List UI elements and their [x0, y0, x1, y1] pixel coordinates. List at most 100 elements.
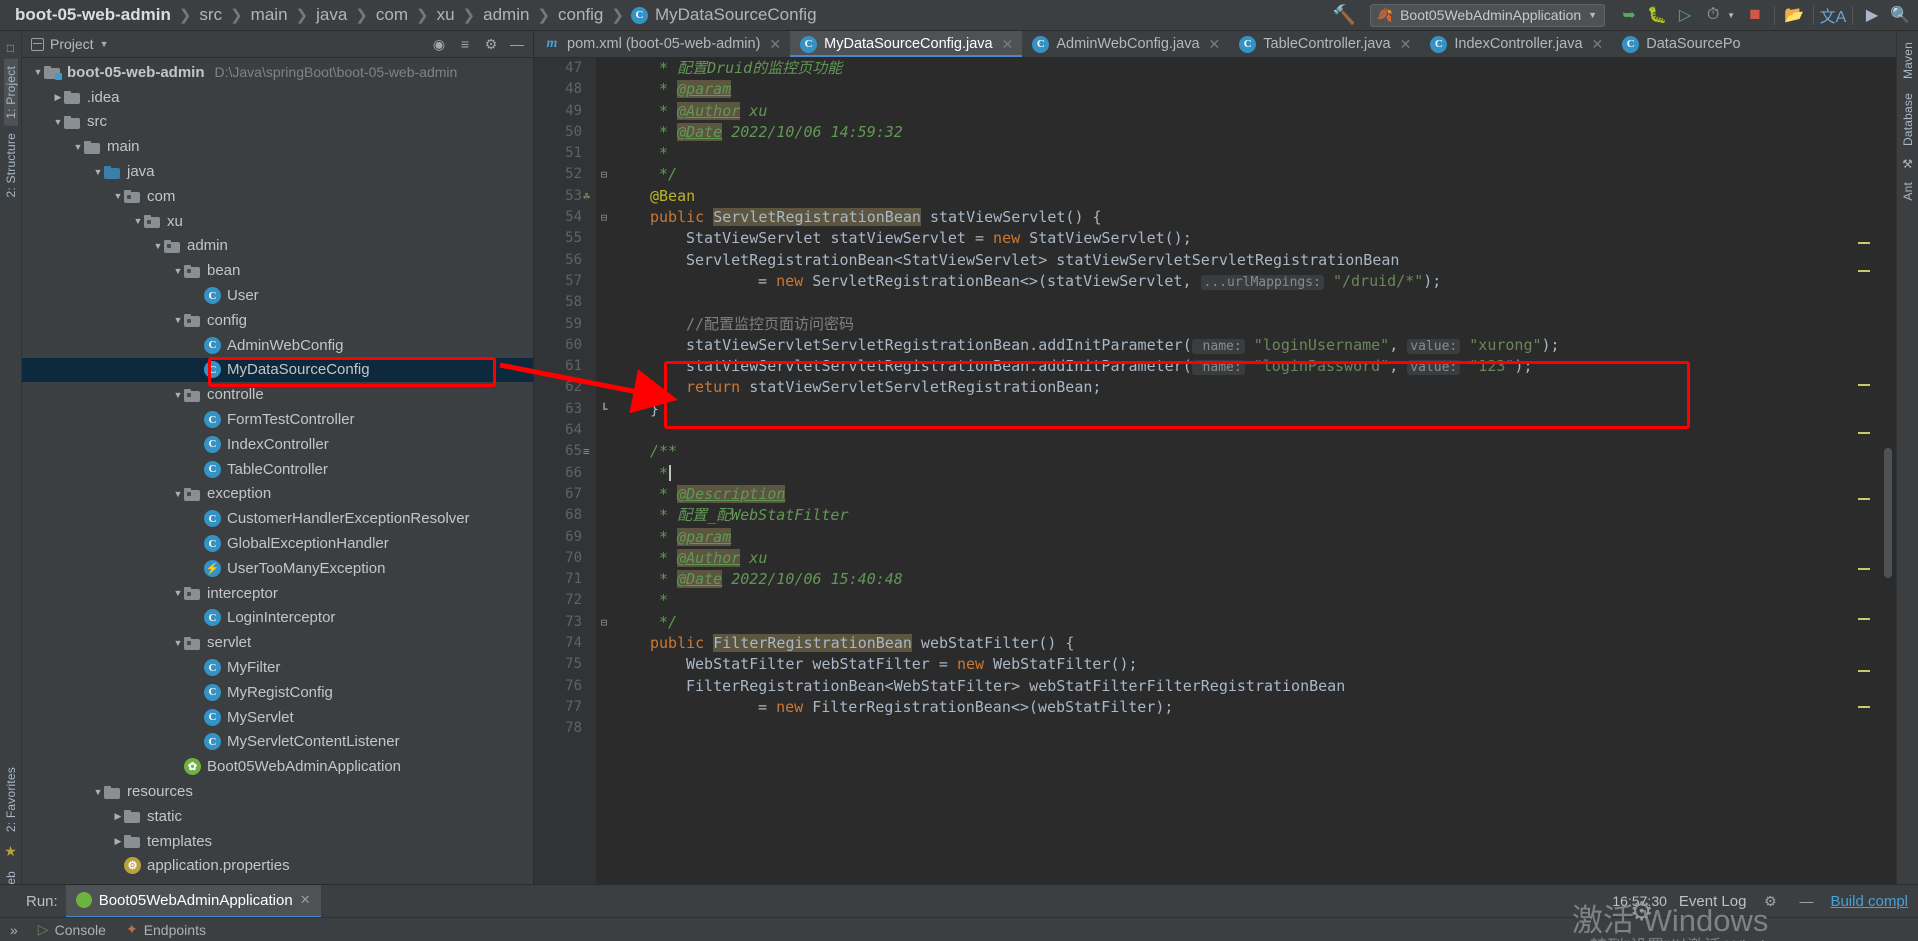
- debug-icon[interactable]: 🐛: [1643, 2, 1671, 28]
- tree-item-user[interactable]: C User: [22, 283, 533, 308]
- tree-item-src[interactable]: ▼ src: [22, 110, 533, 135]
- tab-tablecontroller-java[interactable]: C TableController.java ✕: [1229, 31, 1420, 57]
- tree-item-servlet[interactable]: ▼ servlet: [22, 630, 533, 655]
- chevron-down-icon[interactable]: ▼: [92, 787, 104, 797]
- breadcrumb-item-boot-05-web-admin[interactable]: boot-05-web-admin: [14, 5, 172, 25]
- breadcrumb-current-file[interactable]: MyDataSourceConfig: [654, 5, 818, 25]
- tree-item-interceptor[interactable]: ▼ interceptor: [22, 581, 533, 606]
- breadcrumb-item-config[interactable]: config: [557, 5, 604, 25]
- breadcrumb-item-java[interactable]: java: [315, 5, 348, 25]
- chevron-down-icon[interactable]: ▼: [172, 315, 184, 325]
- favorites-star-icon[interactable]: ★: [4, 843, 17, 860]
- chevron-down-icon[interactable]: ▼: [172, 588, 184, 598]
- code-content[interactable]: 47 * 配置Druid的监控页功能 48 * @param 49 * @Author x…: [534, 58, 1896, 884]
- tab-indexcontroller-java[interactable]: C IndexController.java ✕: [1420, 31, 1612, 57]
- build-hammer-icon[interactable]: 🔨: [1332, 3, 1356, 27]
- tree-item-formtestcontroller[interactable]: C FormTestController: [22, 407, 533, 432]
- tab-datasourcepo[interactable]: C DataSourcePo: [1612, 31, 1749, 57]
- chevron-down-icon[interactable]: ▼: [172, 638, 184, 648]
- code-fold-icon[interactable]: ⊟: [598, 207, 610, 228]
- chevron-down-icon[interactable]: ▼: [100, 39, 109, 49]
- chevron-down-icon[interactable]: ▼: [172, 266, 184, 276]
- sidebar-item-maven[interactable]: Maven: [1901, 35, 1915, 86]
- code-fold-icon[interactable]: ┗: [598, 399, 610, 420]
- close-icon[interactable]: ✕: [1209, 36, 1221, 53]
- tree-item-myservletcontentlistener[interactable]: C MyServletContentListener: [22, 730, 533, 755]
- chevron-right-icon[interactable]: ▶: [52, 92, 64, 103]
- project-title[interactable]: Project ▼: [31, 36, 109, 52]
- sidebar-item-project[interactable]: 1: Project: [3, 59, 18, 126]
- tree-item-globalexceptionhandler[interactable]: C GlobalExceptionHandler: [22, 531, 533, 556]
- stop-icon[interactable]: ■: [1741, 2, 1769, 28]
- tree-item-customerhandlerexceptionresolver[interactable]: C CustomerHandlerExceptionResolver: [22, 506, 533, 531]
- breadcrumb-item-main[interactable]: main: [250, 5, 289, 25]
- tree-item-resources[interactable]: ▼ resources: [22, 779, 533, 804]
- tree-item-config[interactable]: ▼ config: [22, 308, 533, 333]
- hide-panel-icon-bottom[interactable]: —: [1794, 890, 1818, 912]
- chevron-down-icon[interactable]: ▼: [52, 117, 64, 127]
- tree-item-adminwebconfig[interactable]: C AdminWebConfig: [22, 333, 533, 358]
- tree-item--idea[interactable]: ▶ .idea: [22, 85, 533, 110]
- translate-icon[interactable]: 文A: [1819, 2, 1847, 28]
- tree-item-admin[interactable]: ▼ admin: [22, 234, 533, 259]
- chevron-down-icon[interactable]: ▼: [172, 390, 184, 400]
- expand-tools-icon[interactable]: »: [0, 922, 28, 938]
- tree-item-myregistconfig[interactable]: C MyRegistConfig: [22, 680, 533, 705]
- breadcrumb-item-xu[interactable]: xu: [436, 5, 456, 25]
- project-tree[interactable]: ▼ boot-05-web-admin D:\Java\springBoot\boo…: [22, 58, 533, 884]
- close-icon[interactable]: ✕: [769, 36, 781, 53]
- tree-item-myservlet[interactable]: C MyServlet: [22, 705, 533, 730]
- settings-gear-icon[interactable]: ⚙: [479, 33, 503, 55]
- endpoints-tab[interactable]: ✦ Endpoints: [116, 921, 216, 938]
- chevron-down-icon[interactable]: ▼: [172, 489, 184, 499]
- code-fold-icon[interactable]: ⊟: [598, 164, 610, 185]
- run-tab-application[interactable]: Boot05WebAdminApplication ✕: [65, 884, 321, 918]
- tree-item-controlle[interactable]: ▼ controlle: [22, 382, 533, 407]
- editor-marker-bar[interactable]: [1856, 58, 1870, 884]
- search-icon[interactable]: 🔍: [1886, 2, 1914, 28]
- hide-panel-icon[interactable]: —: [505, 33, 529, 55]
- tree-item-main[interactable]: ▼ main: [22, 134, 533, 159]
- bean-gutter-icon[interactable]: ☘: [583, 186, 590, 207]
- breadcrumb-item-admin[interactable]: admin: [482, 5, 530, 25]
- sidebar-item-ant[interactable]: Ant: [1901, 175, 1915, 208]
- tree-item-indexcontroller[interactable]: C IndexController: [22, 432, 533, 457]
- tree-item-boot-05-web-admin[interactable]: ▼ boot-05-web-admin D:\Java\springBoot\boo…: [22, 60, 533, 85]
- sidebar-item-structure[interactable]: 2: Structure: [4, 126, 18, 204]
- tree-item-usertoomanyexception[interactable]: ⚡ UserTooManyException: [22, 556, 533, 581]
- chevron-down-icon[interactable]: ▼: [132, 216, 144, 226]
- sidebar-item-database[interactable]: Database: [1901, 86, 1915, 153]
- chevron-right-icon[interactable]: ▶: [112, 836, 124, 847]
- profiler-icon[interactable]: ⏱: [1699, 2, 1727, 28]
- code-fold-icon[interactable]: ⊟: [598, 612, 610, 633]
- breadcrumb-item-com[interactable]: com: [375, 5, 409, 25]
- tree-item-logininterceptor[interactable]: C LoginInterceptor: [22, 606, 533, 631]
- tree-item-boot05webadminapplication[interactable]: ✿ Boot05WebAdminApplication: [22, 754, 533, 779]
- chevron-right-icon[interactable]: ▶: [112, 811, 124, 822]
- tree-item-myfilter[interactable]: C MyFilter: [22, 655, 533, 680]
- chevron-down-icon[interactable]: ▼: [32, 67, 44, 77]
- project-structure-icon[interactable]: 📂: [1780, 2, 1808, 28]
- chevron-down-icon[interactable]: ▼: [112, 191, 124, 201]
- tab-mydatasourceconfig-java[interactable]: C MyDataSourceConfig.java ✕: [790, 31, 1023, 57]
- sidebar-item-favorites[interactable]: 2: Favorites: [4, 760, 18, 839]
- breadcrumb-item-src[interactable]: src: [198, 5, 223, 25]
- editor-scrollbar-thumb[interactable]: [1884, 448, 1892, 578]
- tree-item-xu[interactable]: ▼ xu: [22, 209, 533, 234]
- tree-item-application-properties[interactable]: ⚙ application.properties: [22, 854, 533, 879]
- close-icon[interactable]: ✕: [1400, 36, 1412, 53]
- close-icon[interactable]: ✕: [1592, 36, 1604, 53]
- tree-item-static[interactable]: ▶ static: [22, 804, 533, 829]
- terminal-icon[interactable]: ▶: [1858, 2, 1886, 28]
- tree-item-tablecontroller[interactable]: C TableController: [22, 457, 533, 482]
- tree-item-exception[interactable]: ▼ exception: [22, 482, 533, 507]
- chevron-down-icon[interactable]: ▼: [152, 241, 164, 251]
- code-editor[interactable]: 47 * 配置Druid的监控页功能 48 * @param 49 * @Author x…: [534, 58, 1896, 884]
- close-icon[interactable]: ✕: [300, 892, 311, 908]
- tree-item-java[interactable]: ▼ java: [22, 159, 533, 184]
- tab-adminwebconfig-java[interactable]: C AdminWebConfig.java ✕: [1022, 31, 1229, 57]
- console-tab[interactable]: ▷ Console: [28, 921, 116, 938]
- collapse-all-icon[interactable]: ≡: [453, 33, 477, 55]
- run-configuration-selector[interactable]: 🍂 Boot05WebAdminApplication ▼: [1369, 3, 1606, 27]
- close-icon[interactable]: ✕: [1002, 36, 1014, 53]
